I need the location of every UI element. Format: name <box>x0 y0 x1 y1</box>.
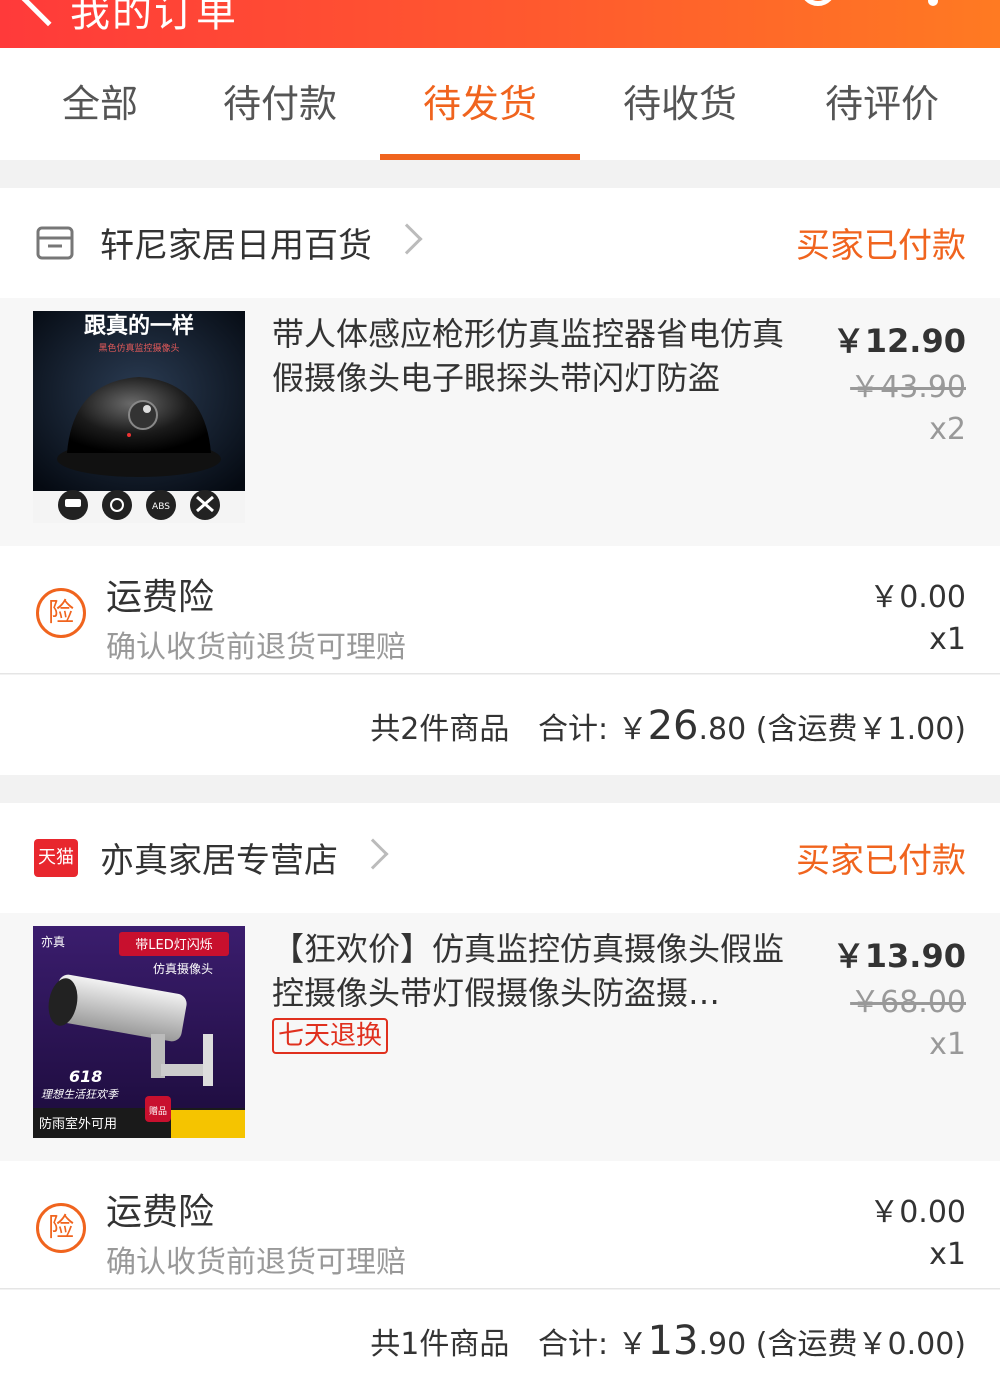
tab-pending-receipt[interactable]: 待收货 <box>580 48 780 160</box>
insurance-qty: x1 <box>929 1237 966 1272</box>
shipping-insurance: 险 运费险 确认收货前退货可理赔 ￥0.00 x1 <box>0 546 1000 674</box>
order-item[interactable]: 亦真 带LED灯闪烁 仿真摄像头 618 理想生活狂欢季 防雨室外可用 赠品 【… <box>0 913 1000 1161</box>
total-integer: 13 <box>647 1318 699 1364</box>
insurance-title: 运费险 <box>106 1192 215 1233</box>
product-title[interactable]: 带人体感应枪形仿真监控器省电仿真假摄像头电子眼探头带闪灯防盗 <box>272 312 792 400</box>
insurance-icon: 险 <box>36 1203 86 1253</box>
store-icon <box>36 226 74 260</box>
order-status: 买家已付款 <box>796 226 966 266</box>
thumb-promo: 理想生活狂欢季 <box>41 1088 120 1101</box>
total-decimal: .80 <box>698 712 747 747</box>
order-summary: 共2件商品 合计: ￥26.80 (含运费￥1.00) <box>0 675 1000 775</box>
product-title[interactable]: 【狂欢价】仿真监控仿真摄像头假监控摄像头带灯假摄像头防盗摄… <box>272 927 792 1015</box>
product-original-price: ￥43.90 <box>850 370 966 405</box>
tmall-icon: 天猫 <box>34 839 78 877</box>
thumb-618: 618 <box>69 1067 102 1086</box>
chevron-right-icon <box>357 838 389 870</box>
tab-pending-review[interactable]: 待评价 <box>782 48 982 160</box>
order-summary: 共1件商品 合计: ￥13.90 (含运费￥0.00) <box>0 1290 1000 1385</box>
product-quantity: x2 <box>929 412 966 447</box>
insurance-qty: x1 <box>929 622 966 657</box>
chevron-right-icon <box>391 223 423 255</box>
shop-name[interactable]: 亦真家居专营店 <box>100 833 338 882</box>
item-count: 共1件商品 <box>370 1327 510 1362</box>
thumb-tag: 带LED灯闪烁 <box>135 938 212 953</box>
product-thumbnail[interactable]: 跟真的一样 黑色仿真监控摄像头 ABS <box>33 311 245 523</box>
shop-name[interactable]: 轩尼家居日用百货 <box>100 218 372 267</box>
insurance-title: 运费险 <box>106 577 215 618</box>
tab-pending-shipment[interactable]: 待发货 <box>380 48 580 160</box>
total-integer: 26 <box>647 703 699 749</box>
total-label: 合计: <box>537 1327 609 1362</box>
total-currency: ￥ <box>617 712 648 747</box>
tab-all[interactable]: 全部 <box>0 48 200 160</box>
total-label: 合计: <box>537 712 609 747</box>
order-tabs: 全部 待付款 待发货 待收货 待评价 <box>0 48 1000 160</box>
tab-pending-payment[interactable]: 待付款 <box>180 48 380 160</box>
item-count: 共2件商品 <box>370 712 510 747</box>
product-quantity: x1 <box>929 1027 966 1062</box>
insurance-icon: 险 <box>36 588 86 638</box>
return-policy-badge: 七天退换 <box>272 1018 389 1054</box>
insurance-desc: 确认收货前退货可理赔 <box>106 1245 406 1280</box>
shop-header[interactable]: 轩尼家居日用百货 买家已付款 <box>0 188 1000 298</box>
thumb-brand: 亦真 <box>41 934 65 949</box>
thumb-subtitle: 仿真摄像头 <box>153 961 213 976</box>
shop-header[interactable]: 天猫 亦真家居专营店 买家已付款 <box>0 803 1000 913</box>
order-item[interactable]: 跟真的一样 黑色仿真监控摄像头 ABS 带人体感应枪形仿真监控器省电仿真假摄像头… <box>0 298 1000 546</box>
more-icon[interactable] <box>928 0 938 6</box>
thumb-slogan: 跟真的一样 <box>84 313 194 339</box>
product-price: ￥13.90 <box>832 937 966 975</box>
thumb-subtitle: 黑色仿真监控摄像头 <box>98 342 179 354</box>
order-status: 买家已付款 <box>796 841 966 881</box>
product-price: ￥12.90 <box>832 322 966 360</box>
thumb-footer: 防雨室外可用 <box>39 1116 117 1132</box>
insurance-price: ￥0.00 <box>869 1195 966 1230</box>
insurance-price: ￥0.00 <box>869 580 966 615</box>
product-thumbnail[interactable]: 亦真 带LED灯闪烁 仿真摄像头 618 理想生活狂欢季 防雨室外可用 赠品 <box>33 926 245 1138</box>
app-header: 我的订单 <box>0 0 1000 48</box>
total-decimal: .90 <box>698 1327 747 1362</box>
search-icon[interactable] <box>800 0 836 6</box>
shipping-insurance: 险 运费险 确认收货前退货可理赔 ￥0.00 x1 <box>0 1161 1000 1289</box>
product-original-price: ￥68.00 <box>850 985 966 1020</box>
shipping-fee: (含运费￥1.00) <box>755 712 966 747</box>
total-currency: ￥ <box>617 1327 648 1362</box>
insurance-desc: 确认收货前退货可理赔 <box>106 630 406 665</box>
shipping-fee: (含运费￥0.00) <box>755 1327 966 1362</box>
thumb-gift: 赠品 <box>149 1105 167 1117</box>
back-arrow-icon[interactable] <box>19 0 77 27</box>
page-title: 我的订单 <box>70 0 238 36</box>
active-tab-indicator <box>380 154 580 160</box>
thumb-badge-abs: ABS <box>152 502 170 512</box>
